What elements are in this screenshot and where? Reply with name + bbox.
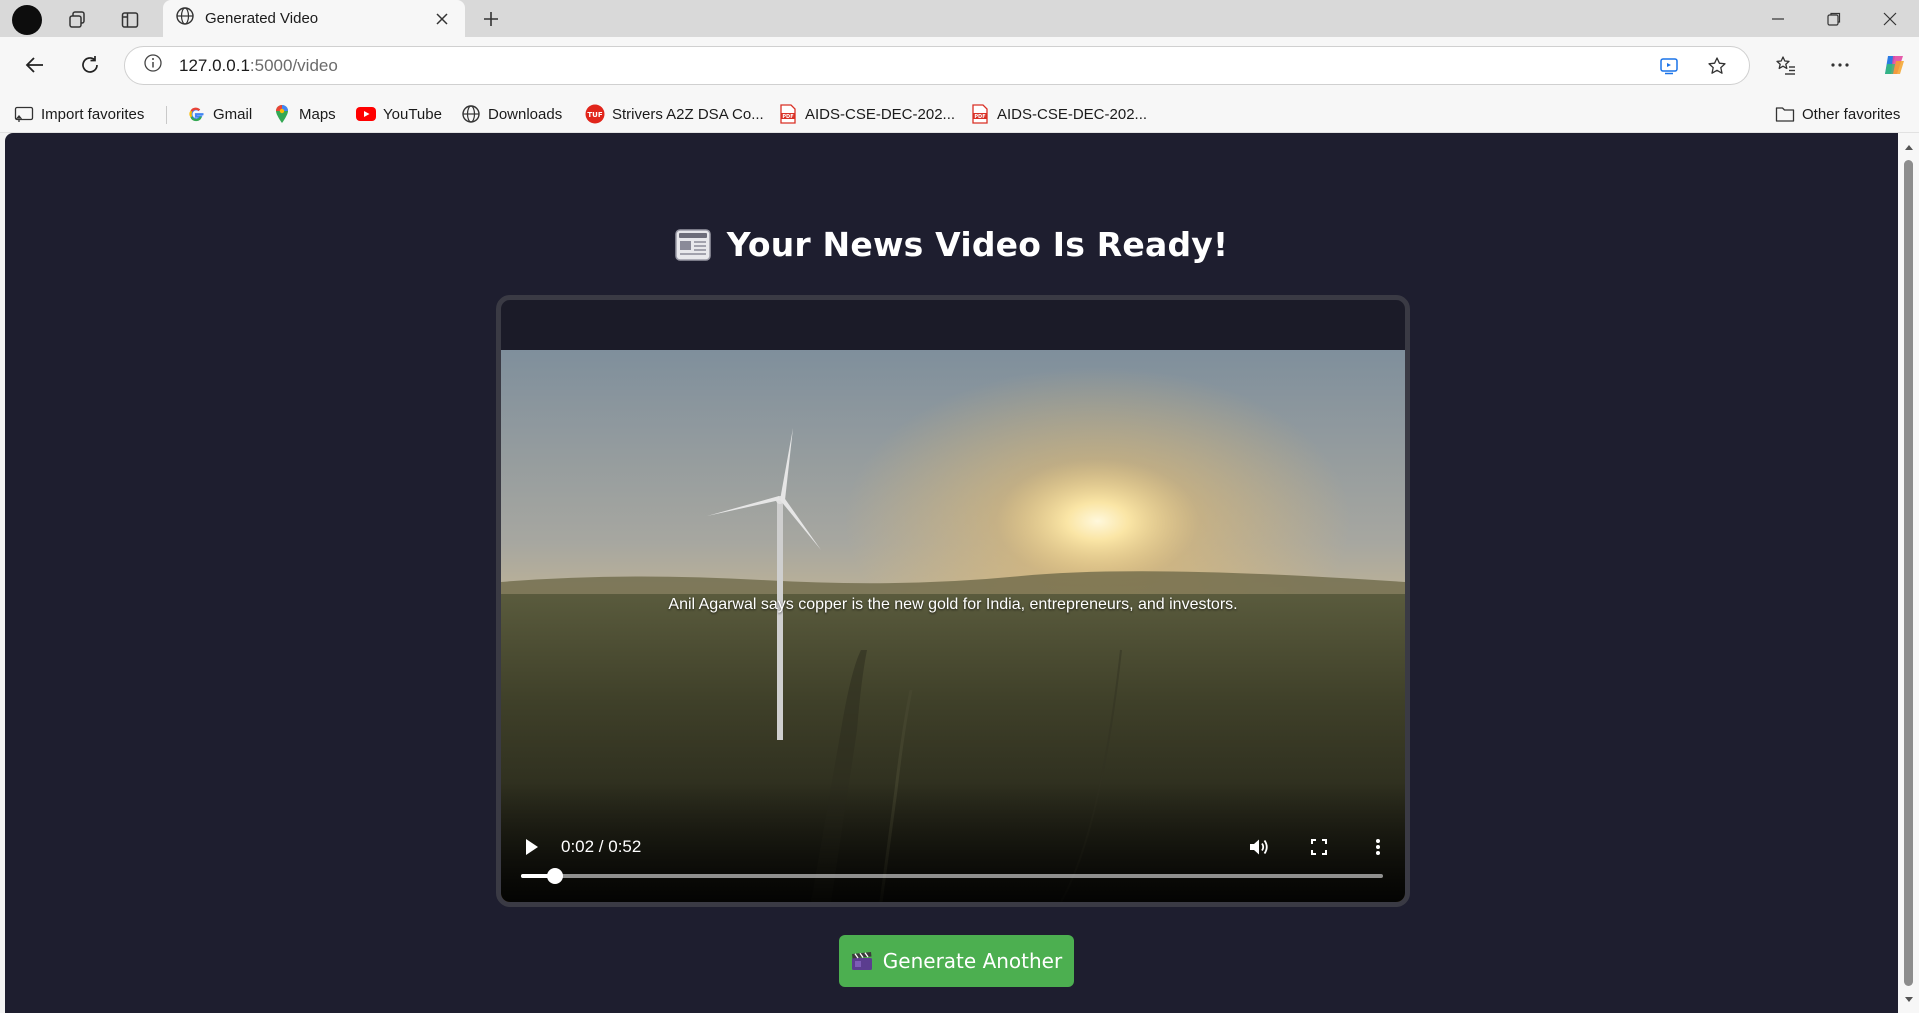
favorite-gmail[interactable]: Gmail xyxy=(186,102,252,126)
favorites-bar: Import favorites Gmail Maps YouTube Down… xyxy=(0,94,1919,133)
tab-title: Generated Video xyxy=(205,10,319,27)
favorite-label: Maps xyxy=(299,105,336,123)
video-time: 0:02 / 0:52 xyxy=(561,837,642,856)
close-window-icon[interactable] xyxy=(1862,0,1918,37)
generate-another-label: Generate Another xyxy=(882,949,1063,973)
tab-strip: Generated Video xyxy=(0,0,1919,37)
newspaper-icon xyxy=(675,228,711,261)
import-icon xyxy=(14,104,34,124)
page-title: Your News Video Is Ready! xyxy=(726,225,1229,264)
workspaces-icon[interactable] xyxy=(62,6,92,34)
video-progress-bar[interactable] xyxy=(521,868,1383,884)
url-text[interactable]: 127.0.0.1:5000/video xyxy=(179,56,338,76)
favorite-label: Strivers A2Z DSA Co... xyxy=(612,105,764,123)
app-install-icon[interactable] xyxy=(1657,54,1681,78)
favorites-divider xyxy=(166,106,167,124)
video-more-options-icon[interactable] xyxy=(1365,834,1391,860)
youtube-icon xyxy=(356,104,376,124)
back-arrow-icon[interactable] xyxy=(17,47,53,83)
favorite-downloads[interactable]: Downloads xyxy=(461,102,562,126)
favorite-maps[interactable]: Maps xyxy=(272,102,336,126)
clapperboard-icon xyxy=(851,952,872,970)
globe-icon xyxy=(175,6,195,31)
scroll-down-arrow-icon[interactable] xyxy=(1903,994,1914,1005)
copilot-icon[interactable] xyxy=(1876,47,1912,83)
folder-icon xyxy=(1775,104,1795,124)
other-favorites-label: Other favorites xyxy=(1802,105,1901,123)
minimize-icon[interactable] xyxy=(1750,0,1806,37)
favorite-label: AIDS-CSE-DEC-202... xyxy=(997,105,1148,123)
generate-another-button[interactable]: Generate Another xyxy=(839,935,1074,987)
favorite-strivers[interactable]: TUF Strivers A2Z DSA Co... xyxy=(585,102,764,126)
scroll-up-arrow-icon[interactable] xyxy=(1903,141,1914,152)
page-heading: Your News Video Is Ready! xyxy=(5,225,1898,264)
favorites-list-icon[interactable] xyxy=(1768,47,1804,83)
favorite-pdf-2[interactable]: PDF AIDS-CSE-DEC-202... xyxy=(970,102,1147,126)
volume-icon[interactable] xyxy=(1245,834,1273,860)
google-icon xyxy=(186,104,206,124)
pdf-icon: PDF xyxy=(778,104,798,124)
favorite-label: Downloads xyxy=(488,105,563,123)
video-frame[interactable]: Anil Agarwal says copper is the new gold… xyxy=(501,350,1405,902)
more-options-icon[interactable] xyxy=(1822,47,1858,83)
scroll-thumb[interactable] xyxy=(1904,160,1913,986)
vertical-tabs-icon[interactable] xyxy=(115,6,145,34)
svg-text:PDF: PDF xyxy=(782,114,793,120)
close-tab-icon[interactable] xyxy=(431,8,453,30)
browser-toolbar: 127.0.0.1:5000/video xyxy=(0,37,1919,94)
play-icon[interactable] xyxy=(519,834,545,860)
favorite-label: Import favorites xyxy=(41,105,145,123)
site-info-icon[interactable] xyxy=(143,53,163,78)
other-favorites[interactable]: Other favorites xyxy=(1775,102,1900,126)
url-host: 127.0.0.1 xyxy=(179,55,250,75)
new-tab-icon[interactable] xyxy=(476,5,506,33)
favorite-pdf-1[interactable]: PDF AIDS-CSE-DEC-202... xyxy=(778,102,955,126)
page-scrollbar[interactable] xyxy=(1898,133,1919,1013)
pdf-icon: PDF xyxy=(970,104,990,124)
address-bar[interactable]: 127.0.0.1:5000/video xyxy=(124,46,1750,85)
favorite-label: YouTube xyxy=(383,105,442,123)
page-viewport: Your News Video Is Ready! Anil Agarwal s… xyxy=(5,133,1898,1013)
maps-pin-icon xyxy=(272,104,292,124)
svg-text:TUF: TUF xyxy=(587,111,602,119)
video-caption: Anil Agarwal says copper is the new gold… xyxy=(668,596,1238,613)
favorite-import[interactable]: Import favorites xyxy=(14,102,144,126)
tuf-icon: TUF xyxy=(585,104,605,124)
tab-generated-video[interactable]: Generated Video xyxy=(163,0,465,37)
refresh-icon[interactable] xyxy=(72,47,108,83)
favorite-youtube[interactable]: YouTube xyxy=(356,102,442,126)
restore-icon[interactable] xyxy=(1806,0,1862,37)
globe-icon xyxy=(461,104,481,124)
url-path: :5000/video xyxy=(249,55,338,75)
profile-avatar[interactable] xyxy=(12,5,42,35)
favorite-label: Gmail xyxy=(213,105,253,123)
fullscreen-icon[interactable] xyxy=(1306,834,1332,860)
favorite-label: AIDS-CSE-DEC-202... xyxy=(805,105,956,123)
video-player[interactable]: Anil Agarwal says copper is the new gold… xyxy=(496,295,1410,907)
svg-text:PDF: PDF xyxy=(974,114,985,120)
favorite-star-icon[interactable] xyxy=(1705,54,1729,78)
